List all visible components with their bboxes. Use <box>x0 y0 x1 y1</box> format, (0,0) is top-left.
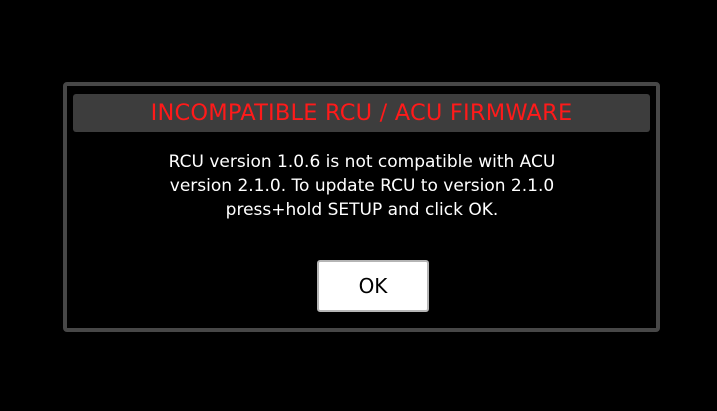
message-line: press+hold SETUP and click OK. <box>225 200 499 220</box>
message-line: version 2.1.0. To update RCU to version … <box>169 176 555 196</box>
firmware-dialog: INCOMPATIBLE RCU / ACU FIRMWARE RCU vers… <box>63 82 660 332</box>
dialog-message: RCU version 1.0.6 is not compatible with… <box>77 150 647 222</box>
message-line: RCU version 1.0.6 is not compatible with… <box>168 152 556 172</box>
ok-button[interactable]: OK <box>317 260 429 312</box>
screen: INCOMPATIBLE RCU / ACU FIRMWARE RCU vers… <box>0 0 717 411</box>
dialog-title-bar: INCOMPATIBLE RCU / ACU FIRMWARE <box>73 94 650 132</box>
dialog-title: INCOMPATIBLE RCU / ACU FIRMWARE <box>150 100 573 126</box>
